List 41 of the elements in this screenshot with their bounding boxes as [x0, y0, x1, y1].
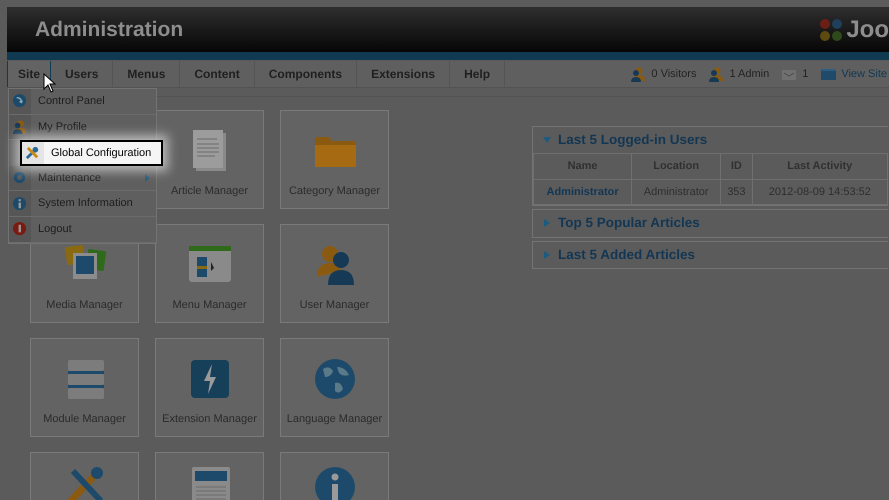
users-icon	[630, 66, 648, 82]
dial-icon	[12, 93, 28, 110]
quick-icon-tile[interactable]: Language Manager	[280, 338, 389, 437]
menu-tab[interactable]: Site	[7, 61, 52, 87]
quick-icon-tile[interactable]: Menu Manager	[155, 224, 264, 323]
logo-text: Joo	[846, 18, 889, 42]
menu-tab[interactable]: Extensions	[357, 61, 450, 87]
collapsed-caret-icon	[543, 250, 551, 259]
quick-icon-tile[interactable]: Category Manager	[280, 110, 389, 209]
menu-item[interactable]: Control Panel	[9, 89, 156, 115]
menu-tab[interactable]: Help	[450, 61, 506, 87]
expanded-caret-icon	[543, 136, 551, 144]
panel-header[interactable]: Last 5 Added Articles	[533, 242, 888, 268]
panel-header[interactable]: Top 5 Popular Articles	[533, 210, 888, 236]
user-icon	[12, 118, 28, 135]
quick-icon-tile[interactable]: Extension Manager	[155, 338, 264, 437]
view-site-link[interactable]: View Site	[820, 66, 887, 82]
info-icon	[12, 196, 28, 212]
collapsed-caret-icon	[543, 219, 551, 228]
status-item: 1 Admin	[708, 66, 770, 82]
power-icon	[12, 221, 28, 238]
menu-item[interactable]: Logout	[9, 216, 156, 243]
status-item: 1	[781, 66, 808, 82]
menu-item[interactable]: Maintenance	[9, 166, 156, 192]
tools-icon	[25, 144, 41, 161]
menu-tab[interactable]: Components	[254, 61, 358, 87]
menu-tab[interactable]: Menus	[113, 61, 180, 87]
menu-item[interactable]: Global Configuration	[20, 140, 163, 166]
quick-icon-tile[interactable]: Module Manager	[30, 338, 139, 437]
logo-icon	[818, 16, 844, 42]
status-item: 0 Visitors	[630, 66, 696, 82]
user-link[interactable]: Administrator	[534, 179, 632, 205]
quick-icon-tile[interactable]: Article Manager	[155, 110, 264, 209]
menu-item[interactable]: System Information	[9, 191, 156, 217]
users-icon	[708, 66, 726, 82]
page-title: Administration	[35, 16, 184, 43]
cursor-icon	[43, 73, 56, 93]
panel-header[interactable]: Last 5 Logged-in Users	[533, 127, 888, 154]
menu-tab[interactable]: Content	[180, 61, 255, 87]
quick-icon-tile[interactable]: User Manager	[280, 224, 389, 323]
menu-item[interactable]: My Profile	[9, 114, 156, 140]
